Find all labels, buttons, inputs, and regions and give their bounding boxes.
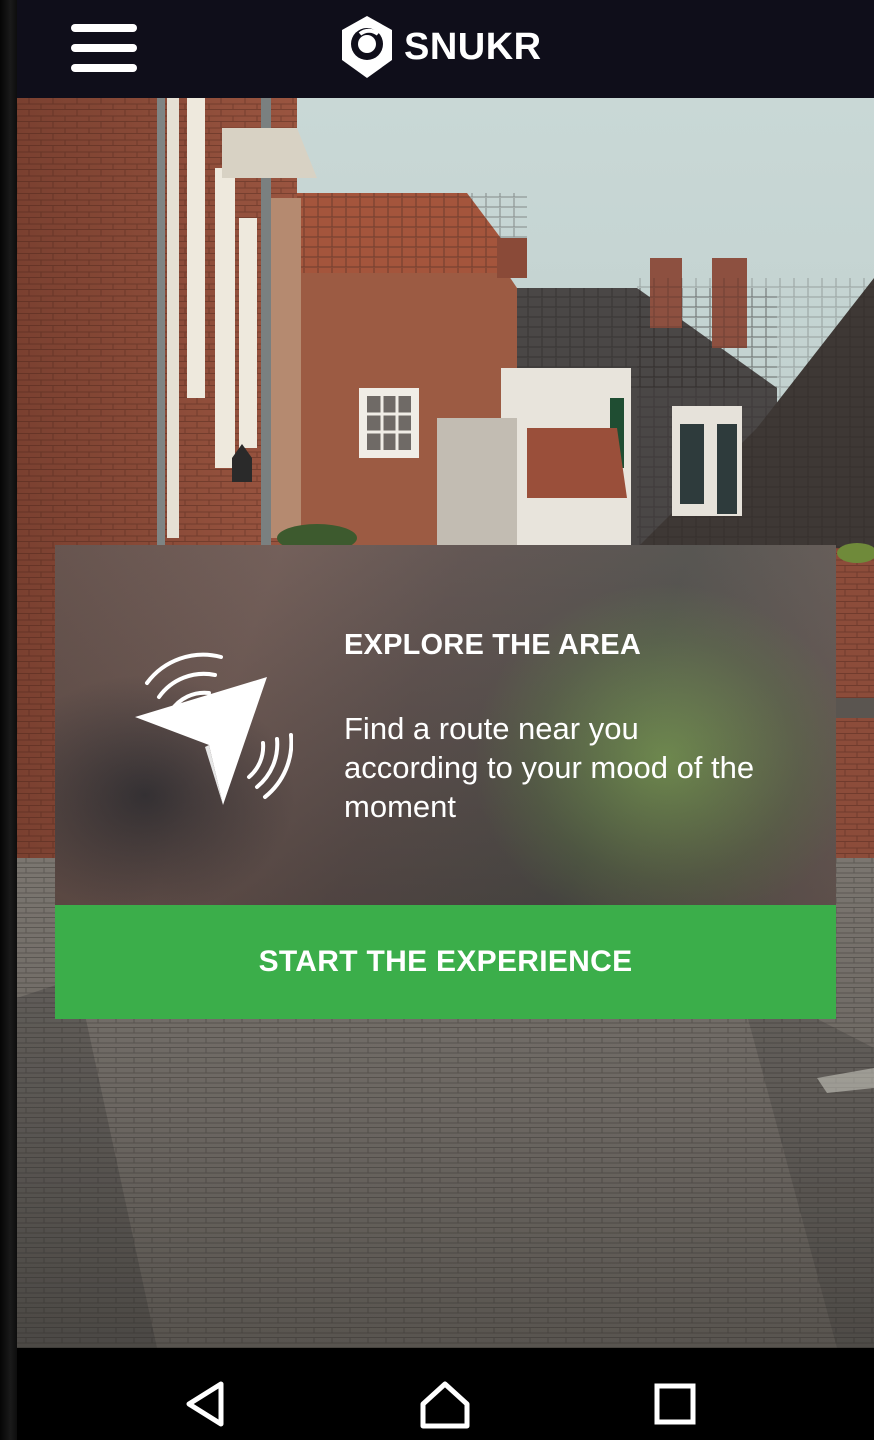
recents-square-icon[interactable] — [645, 1378, 705, 1430]
menu-line — [71, 44, 137, 52]
explore-card: EXPLORE THE AREA Find a route near you a… — [55, 545, 836, 1019]
start-experience-button[interactable]: START THE EXPERIENCE — [55, 905, 836, 1019]
location-pin-logo-icon — [342, 16, 392, 78]
home-icon[interactable] — [415, 1378, 475, 1430]
navigation-arrow-signal-icon — [135, 652, 293, 805]
card-description: Find a route near you according to your … — [344, 711, 755, 824]
brand-logo: SNUKR — [338, 14, 542, 80]
menu-line — [71, 24, 137, 32]
top-app-bar: SNUKR — [17, 0, 874, 98]
app-screen: SNUKR EXPLORE THE AREA Find a route near… — [17, 0, 874, 1440]
hamburger-menu-icon[interactable] — [69, 20, 139, 76]
back-triangle-icon[interactable] — [177, 1378, 237, 1430]
card-body: EXPLORE THE AREA Find a route near you a… — [55, 545, 836, 905]
system-navigation-bar — [17, 1348, 874, 1440]
device-bezel — [0, 0, 17, 1440]
card-title: EXPLORE THE AREA — [344, 629, 641, 661]
brand-name: SNUKR — [404, 26, 542, 68]
menu-line — [71, 64, 137, 72]
